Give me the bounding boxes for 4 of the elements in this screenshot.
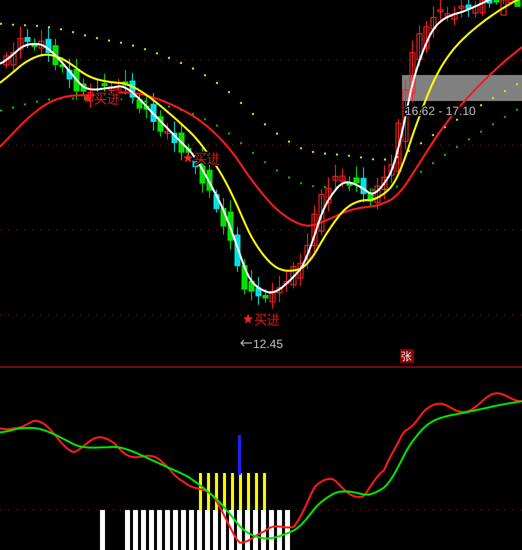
buy-signal-label: 买进: [254, 313, 280, 328]
arrow-icon: [240, 340, 252, 346]
low-price-label: 12.45: [253, 337, 284, 351]
rise-badge: 张: [400, 349, 414, 363]
